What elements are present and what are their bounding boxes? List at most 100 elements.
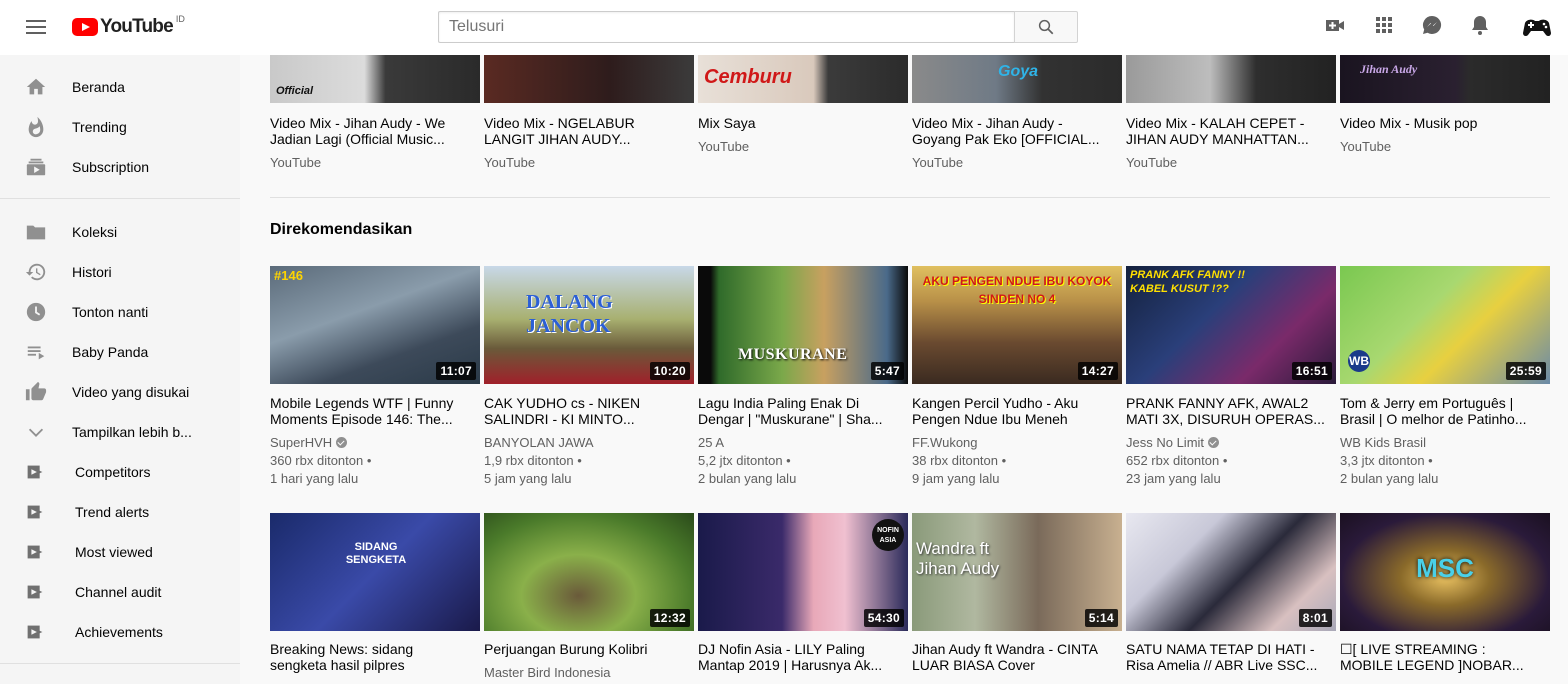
channel-name[interactable]: FF.Wukong xyxy=(912,434,978,452)
sidebar-item-tonton-nanti[interactable]: Tonton nanti xyxy=(0,292,240,332)
channel-name[interactable]: YouTube xyxy=(1340,138,1391,156)
browse-content: Official Video Mix - Jihan Audy - We Jad… xyxy=(240,0,1568,684)
sidebar-item-koleksi[interactable]: Koleksi xyxy=(0,212,240,252)
video-duration: 14:27 xyxy=(1077,362,1118,380)
gamepad-avatar-icon xyxy=(1522,12,1552,42)
video-thumbnail[interactable]: 12:32 xyxy=(484,513,694,631)
video-title[interactable]: DJ Nofin Asia - LILY Paling Mantap 2019 … xyxy=(698,641,898,673)
video-title[interactable]: Jihan Audy ft Wandra - CINTA LUAR BIASA … xyxy=(912,641,1112,673)
channel-name[interactable]: Master Bird Indonesia xyxy=(484,664,610,682)
sidebar-item-most-viewed[interactable]: Most viewed xyxy=(0,532,240,572)
video-title[interactable]: Video Mix - NGELABUR LANGIT JIHAN AUDY..… xyxy=(484,115,684,147)
history-icon xyxy=(24,260,48,284)
account-avatar[interactable] xyxy=(1520,11,1554,48)
video-thumbnail[interactable]: SIDANG SENGKETA xyxy=(270,513,480,631)
video-thumbnail[interactable]: DALANG JANCOK 10:20 xyxy=(484,266,694,384)
view-count: 360 rbx ditonton • xyxy=(270,453,372,468)
video-thumbnail[interactable]: MSC xyxy=(1340,513,1550,631)
video-title[interactable]: Perjuangan Burung Kolibri xyxy=(484,641,684,657)
video-title[interactable]: Video Mix - Jihan Audy - We Jadian Lagi … xyxy=(270,115,470,147)
sidebar-item-histori[interactable]: Histori xyxy=(0,252,240,292)
country-code: ID xyxy=(175,14,185,24)
sidebar-item-label: Koleksi xyxy=(72,224,118,240)
sidebar-item-label: Subscription xyxy=(72,159,150,175)
view-count: 652 rbx ditonton • xyxy=(1126,453,1228,468)
flame-icon xyxy=(24,115,48,139)
search-button[interactable] xyxy=(1014,11,1078,43)
sidebar-item-competitors[interactable]: Competitors xyxy=(0,452,240,492)
verified-badge-icon xyxy=(1208,437,1220,448)
video-thumbnail[interactable]: MUSKURANE 5:47 xyxy=(698,266,908,384)
sidebar-item-label: Most viewed xyxy=(75,544,153,560)
video-title[interactable]: Breaking News: sidang sengketa hasil pil… xyxy=(270,641,470,673)
verified-badge-icon xyxy=(336,437,348,448)
video-thumbnail[interactable]: PRANK AFK FANNY !! KABEL KUSUT !?? 16:51 xyxy=(1126,266,1336,384)
sidebar-item-achievements[interactable]: Achievements xyxy=(0,612,240,652)
video-duration: 11:07 xyxy=(436,362,476,380)
channel-name[interactable]: BANYOLAN JAWA xyxy=(484,434,594,452)
channel-name-text: Jess No Limit xyxy=(1126,435,1205,450)
video-title[interactable]: Video Mix - KALAH CEPET - JIHAN AUDY MAN… xyxy=(1126,115,1326,147)
view-count-text: 1,9 rbx ditonton xyxy=(484,453,574,468)
playlist-play-icon xyxy=(24,580,48,604)
video-thumbnail[interactable]: #146 11:07 xyxy=(270,266,480,384)
video-title[interactable]: SATU NAMA TETAP DI HATI - Risa Amelia //… xyxy=(1126,641,1326,673)
channel-name[interactable]: SuperHVH xyxy=(270,434,348,452)
video-thumbnail[interactable]: 8:01 xyxy=(1126,513,1336,631)
upload-age: 5 jam yang lalu xyxy=(484,471,572,486)
view-count-text: 652 rbx ditonton xyxy=(1126,453,1220,468)
sidebar-item-label: Video yang disukai xyxy=(72,384,190,400)
apps-button[interactable] xyxy=(1372,13,1396,42)
sidebar-divider xyxy=(0,663,240,664)
channel-name[interactable]: YouTube xyxy=(698,138,749,156)
video-title[interactable]: Kangen Percil Yudho - Aku Pengen Ndue Ib… xyxy=(912,395,1112,427)
video-thumbnail[interactable]: NOFIN ASIA 54:30 xyxy=(698,513,908,631)
video-title[interactable]: Lagu India Paling Enak Di Dengar | "Musk… xyxy=(698,395,898,427)
video-thumbnail[interactable]: Wandra ft Jihan Audy 5:14 xyxy=(912,513,1122,631)
sidebar-divider xyxy=(0,198,240,199)
video-title[interactable]: Video Mix - Jihan Audy - Goyang Pak Eko … xyxy=(912,115,1112,147)
sidebar-item-label: Beranda xyxy=(72,79,125,95)
video-title[interactable]: CAK YUDHO cs - NIKEN SALINDRI - KI MINTO… xyxy=(484,395,684,427)
section-title[interactable]: Direkomendasikan xyxy=(270,221,412,239)
sidebar-item-trending[interactable]: Trending xyxy=(0,107,240,147)
sidebar-item-show-more[interactable]: Tampilkan lebih b... xyxy=(0,412,240,452)
youtube-logo[interactable]: YouTube ID xyxy=(72,14,185,38)
search-input[interactable] xyxy=(438,11,1014,43)
video-title[interactable]: Tom & Jerry em Português | Brasil | O me… xyxy=(1340,395,1540,427)
channel-name[interactable]: YouTube xyxy=(270,154,321,172)
video-title[interactable]: Mobile Legends WTF | Funny Moments Episo… xyxy=(270,395,470,427)
sidebar-item-label: Competitors xyxy=(75,464,151,480)
video-title[interactable]: PRANK FANNY AFK, AWAL2 MATI 3X, DISURUH … xyxy=(1126,395,1326,427)
video-title[interactable]: Mix Saya xyxy=(698,115,898,131)
channel-name[interactable]: WB Kids Brasil xyxy=(1340,434,1426,452)
playlist-play-icon xyxy=(24,620,48,644)
video-thumbnail[interactable]: WB 25:59 xyxy=(1340,266,1550,384)
video-thumbnail[interactable]: AKU PENGEN NDUE IBU KOYOK SINDEN NO 4 14… xyxy=(912,266,1122,384)
playlist-play-icon xyxy=(24,500,48,524)
channel-name[interactable]: YouTube xyxy=(1126,154,1177,172)
channel-name[interactable]: Jess No Limit xyxy=(1126,434,1220,452)
channel-name[interactable]: YouTube xyxy=(484,154,535,172)
video-title[interactable]: Video Mix - Musik pop xyxy=(1340,115,1540,131)
sidebar-item-label: Tampilkan lebih b... xyxy=(72,424,192,440)
sidebar-item-label: Histori xyxy=(72,264,112,280)
sidebar-item-channel-audit[interactable]: Channel audit xyxy=(0,572,240,612)
thumbnail-caption: AKU PENGEN NDUE IBU KOYOK SINDEN NO 4 xyxy=(922,274,1112,306)
upload-age: 9 jam yang lalu xyxy=(912,471,1000,486)
channel-name[interactable]: 25 A xyxy=(698,434,724,452)
video-title[interactable]: ☐[ LIVE STREAMING : MOBILE LEGEND ]NOBAR… xyxy=(1340,641,1540,673)
create-video-button[interactable] xyxy=(1323,13,1347,42)
sidebar-item-video-disukai[interactable]: Video yang disukai xyxy=(0,372,240,412)
guide-menu-button[interactable] xyxy=(24,17,48,37)
playlist-play-icon xyxy=(24,460,48,484)
sidebar-item-baby-panda[interactable]: Baby Panda xyxy=(0,332,240,372)
thumbnail-caption: MUSKURANE xyxy=(738,346,848,363)
channel-name[interactable]: YouTube xyxy=(912,154,963,172)
thumbnail-caption: Wandra ft Jihan Audy xyxy=(916,539,1000,578)
notifications-button[interactable] xyxy=(1468,13,1492,42)
sidebar-item-subscription[interactable]: Subscription xyxy=(0,147,240,187)
sidebar-item-trend-alerts[interactable]: Trend alerts xyxy=(0,492,240,532)
sidebar-item-beranda[interactable]: Beranda xyxy=(0,67,240,107)
messages-button[interactable] xyxy=(1420,13,1444,42)
